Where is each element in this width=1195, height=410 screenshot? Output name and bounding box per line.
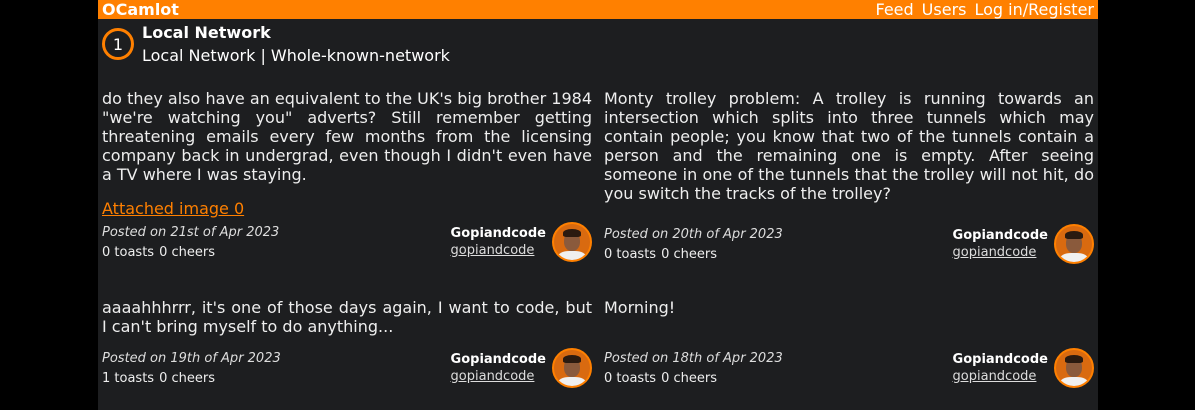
author-handle-link[interactable]: gopiandcode — [953, 245, 1048, 260]
post-author: Gopiandcode gopiandcode — [953, 348, 1094, 388]
post-body: Morning! — [604, 298, 676, 317]
post-reactions: 0 toasts 0 cheers — [102, 245, 279, 260]
post-body: Monty trolley problem: A trolley is runn… — [604, 89, 1094, 203]
post-reactions: 0 toasts 0 cheers — [604, 371, 783, 386]
toasts-count[interactable]: 0 toasts — [102, 245, 154, 260]
post-card: Monty trolley problem: A trolley is runn… — [604, 89, 1094, 294]
toasts-count[interactable]: 1 toasts — [102, 371, 154, 386]
author-handle-link[interactable]: gopiandcode — [451, 243, 546, 258]
author-name: Gopiandcode — [450, 352, 546, 367]
local-network-link[interactable]: Local Network — [142, 46, 255, 65]
toasts-count[interactable]: 0 toasts — [604, 247, 656, 262]
page: OCamlot Feed Users Log in/Register 1 Loc… — [98, 0, 1098, 410]
post-meta: Posted on 19th of Apr 2023 1 toasts 0 che… — [102, 348, 592, 388]
post-grid: do they also have an equivalent to the U… — [102, 89, 1094, 388]
attachment-link[interactable]: Attached image 0 — [102, 199, 592, 218]
author-handle-link[interactable]: gopiandcode — [451, 369, 546, 384]
feed-header: 1 Local Network Local Network | Whole-kn… — [98, 19, 1098, 85]
post-author: Gopiandcode gopiandcode — [953, 224, 1094, 264]
post-date: Posted on 19th of Apr 2023 — [102, 350, 281, 366]
nav-users-link[interactable]: Users — [922, 0, 967, 19]
post-body: aaaahhhrrr, it's one of those days again… — [102, 298, 592, 336]
cheers-count[interactable]: 0 cheers — [661, 371, 717, 386]
feed-selector-separator: | — [255, 46, 271, 65]
author-avatar[interactable] — [552, 222, 592, 262]
post-reactions: 1 toasts 0 cheers — [102, 371, 281, 386]
toasts-count[interactable]: 0 toasts — [604, 371, 656, 386]
author-handle-link[interactable]: gopiandcode — [953, 369, 1048, 384]
post-meta: Posted on 20th of Apr 2023 0 toasts 0 che… — [604, 224, 1094, 264]
post-author: Gopiandcode gopiandcode — [451, 222, 592, 262]
author-avatar[interactable] — [552, 348, 592, 388]
cheers-count[interactable]: 0 cheers — [661, 247, 717, 262]
post-meta: Posted on 18th of Apr 2023 0 toasts 0 che… — [604, 348, 1094, 388]
brand-link[interactable]: OCamlot — [102, 0, 179, 19]
post-meta: Posted on 21st of Apr 2023 0 toasts 0 che… — [102, 222, 592, 262]
post-date: Posted on 20th of Apr 2023 — [604, 226, 783, 242]
author-name: Gopiandcode — [450, 226, 546, 241]
feed-selector: Local Network | Whole-known-network — [142, 46, 450, 65]
author-avatar[interactable] — [1054, 348, 1094, 388]
page-number-badge: 1 — [102, 28, 134, 60]
author-name: Gopiandcode — [952, 228, 1048, 243]
post-reactions: 0 toasts 0 cheers — [604, 247, 783, 262]
post-author: Gopiandcode gopiandcode — [451, 348, 592, 388]
cheers-count[interactable]: 0 cheers — [159, 371, 215, 386]
whole-known-network-link[interactable]: Whole-known-network — [271, 46, 450, 65]
nav-login-register-link[interactable]: Log in/Register — [974, 0, 1094, 19]
post-card: aaaahhhrrr, it's one of those days again… — [102, 298, 592, 388]
post-date: Posted on 21st of Apr 2023 — [102, 224, 280, 240]
page-title: Local Network — [142, 23, 271, 42]
post-card: do they also have an equivalent to the U… — [102, 89, 592, 294]
post-date: Posted on 18th of Apr 2023 — [604, 350, 783, 366]
cheers-count[interactable]: 0 cheers — [159, 245, 215, 260]
post-card: Morning! Posted on 18th of Apr 2023 0 to… — [604, 298, 1094, 388]
author-name: Gopiandcode — [952, 352, 1048, 367]
nav-feed-link[interactable]: Feed — [876, 0, 914, 19]
author-avatar[interactable] — [1054, 224, 1094, 264]
top-nav-bar: OCamlot Feed Users Log in/Register — [98, 0, 1098, 19]
post-body: do they also have an equivalent to the U… — [102, 89, 592, 184]
top-nav-links: Feed Users Log in/Register — [876, 0, 1095, 19]
